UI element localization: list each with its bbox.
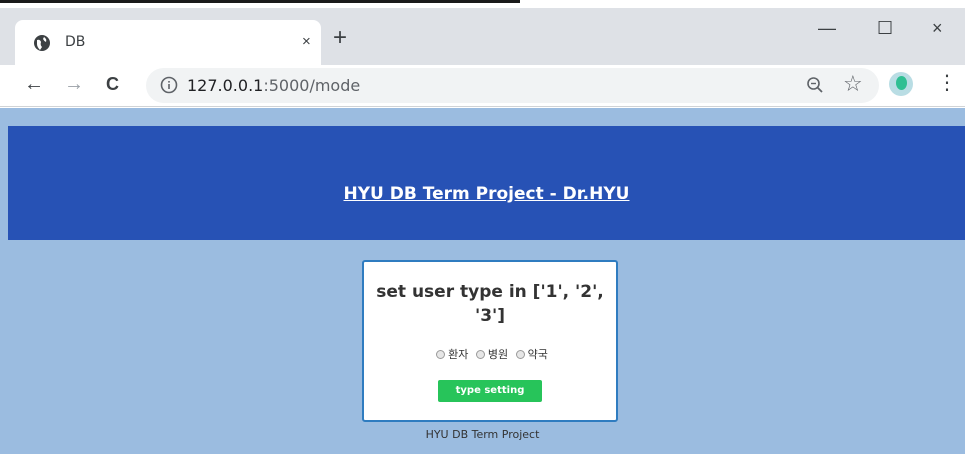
site-header: HYU DB Term Project - Dr.HYU <box>8 126 965 240</box>
zoom-icon[interactable] <box>806 76 824 94</box>
tab-strip: DB × + — ☐ × <box>0 8 965 65</box>
tab-title: DB <box>65 34 86 50</box>
forward-button[interactable]: → <box>64 73 84 95</box>
globe-icon <box>34 35 50 51</box>
star-icon[interactable]: ☆ <box>843 72 863 96</box>
url-host: 127.0.0.1 <box>187 76 264 95</box>
user-type-card: set user type in ['1', '2', '3'] 환자 병원 약… <box>362 260 618 422</box>
radio-label-3: 약국 <box>527 348 548 361</box>
footer-text: HYU DB Term Project <box>425 428 540 441</box>
address-bar[interactable]: 127.0.0.1:5000/mode ☆ <box>146 68 879 103</box>
top-dark-line <box>0 0 520 3</box>
avatar[interactable] <box>889 72 913 96</box>
user-type-options: 환자 병원 약국 <box>364 346 616 362</box>
browser-toolbar: ← → C 127.0.0.1:5000/mode ☆ ⋮ <box>0 65 965 107</box>
card-heading-line2: '3'] <box>474 306 505 326</box>
radio-label-1: 환자 <box>448 348 469 361</box>
url-text[interactable]: 127.0.0.1:5000/mode <box>187 76 360 95</box>
radio-label-2: 병원 <box>487 348 509 361</box>
site-title-link[interactable]: HYU DB Term Project - Dr.HYU <box>8 184 965 204</box>
window-top-edge <box>0 0 965 8</box>
left-edge <box>0 108 8 454</box>
back-button[interactable]: ← <box>24 73 44 95</box>
close-window-button[interactable]: × <box>932 18 943 38</box>
new-tab-button[interactable]: + <box>333 26 347 50</box>
radio-option-2[interactable] <box>475 349 485 359</box>
avatar-figure <box>896 76 907 90</box>
radio-option-3[interactable] <box>515 349 525 359</box>
close-tab-icon[interactable]: × <box>302 33 311 50</box>
tab-db[interactable]: DB × <box>15 20 321 65</box>
card-heading: set user type in ['1', '2', '3'] <box>364 280 616 328</box>
reload-button[interactable]: C <box>106 73 119 95</box>
type-setting-button[interactable]: type setting <box>438 380 542 402</box>
radio-option-1[interactable] <box>436 349 446 359</box>
minimize-button[interactable]: — <box>818 18 836 38</box>
info-icon <box>160 76 178 94</box>
page-content: HYU DB Term Project - Dr.HYU set user ty… <box>0 108 965 454</box>
card-heading-line1: set user type in ['1', '2', <box>376 282 604 302</box>
maximize-button[interactable]: ☐ <box>877 18 893 38</box>
url-path: :5000/mode <box>263 76 361 95</box>
menu-icon[interactable]: ⋮ <box>937 71 957 95</box>
